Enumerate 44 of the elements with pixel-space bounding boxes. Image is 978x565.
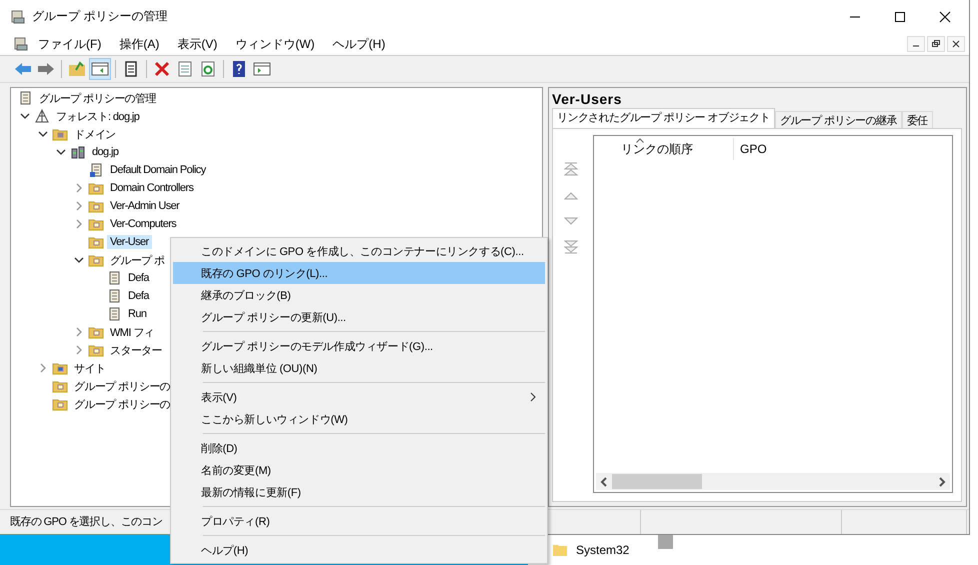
tree-item[interactable]: Ver-User — [107, 235, 152, 249]
menu-item[interactable]: ここから新しいウィンドウ(W) — [173, 408, 545, 430]
tree-item[interactable]: サイト — [71, 360, 108, 376]
tree-item[interactable]: Defa — [125, 289, 152, 303]
menu-item[interactable]: 表示(V) — [168, 36, 226, 52]
menu-item[interactable]: 操作(A) — [110, 36, 168, 52]
menu-item[interactable]: グループ ポリシーの更新(U)... — [173, 306, 545, 328]
menu-item[interactable]: 表示(V) — [173, 386, 545, 408]
pane-title: Ver-Users — [552, 91, 623, 108]
menu-item[interactable]: このドメインに GPO を作成し、このコンテナーにリンクする(C)... — [173, 240, 545, 262]
tree-item[interactable]: グループ ポ — [107, 252, 168, 268]
tree-item[interactable]: グループ ポリシーの管理 — [36, 90, 159, 106]
menu-item[interactable]: プロパティ(R) — [173, 510, 545, 532]
tree-item[interactable]: グループ ポリシーの — [71, 396, 174, 412]
column-header[interactable]: リンクの順序 — [594, 138, 734, 160]
menu-item[interactable]: ウィンドウ(W) — [226, 36, 324, 52]
menu-item[interactable]: ヘルプ(H) — [173, 539, 545, 561]
menu-item[interactable]: ファイル(F) — [29, 36, 110, 52]
tree-item[interactable]: Domain Controllers — [107, 181, 196, 195]
column-header[interactable]: GPO — [734, 142, 767, 156]
tree-item[interactable]: ドメイン — [71, 126, 119, 142]
window-title: グループ ポリシーの管理 — [32, 8, 168, 25]
tree-item[interactable]: Run — [125, 307, 150, 321]
tree-item[interactable]: Defa — [125, 271, 152, 285]
tree-item[interactable]: Ver-Computers — [107, 217, 180, 231]
tree-item[interactable]: dog.jp — [89, 145, 122, 159]
tab[interactable]: リンクされたグループ ポリシー オブジェクト — [552, 108, 775, 128]
menu-item[interactable]: グループ ポリシーのモデル作成ウィザード(G)... — [173, 335, 545, 357]
menu-item[interactable]: 継承のブロック(B) — [173, 284, 545, 306]
tree-item[interactable]: グループ ポリシーの — [71, 378, 174, 394]
tree-item[interactable]: フォレスト: dog.jp — [53, 108, 142, 124]
menu-item[interactable]: 名前の変更(M) — [173, 459, 545, 481]
menu-item[interactable]: 新しい組織単位 (OU)(N) — [173, 357, 545, 379]
tab[interactable]: グループ ポリシーの継承 — [774, 111, 902, 128]
menu-item[interactable]: 既存の GPO のリンク(L)... — [173, 262, 545, 284]
menu-item[interactable]: ヘルプ(H) — [324, 36, 394, 52]
tree-item[interactable]: Default Domain Policy — [107, 163, 209, 177]
tree-item[interactable]: WMI フィ — [107, 324, 158, 340]
folder-name[interactable]: System32 — [576, 543, 630, 557]
tree-item[interactable]: Ver-Admin User — [107, 199, 182, 213]
menu-item[interactable]: 最新の情報に更新(F) — [173, 481, 545, 503]
tab[interactable]: 委任 — [902, 111, 933, 128]
menu-item[interactable]: 削除(D) — [173, 437, 545, 459]
tree-item[interactable]: スターター — [107, 342, 166, 358]
